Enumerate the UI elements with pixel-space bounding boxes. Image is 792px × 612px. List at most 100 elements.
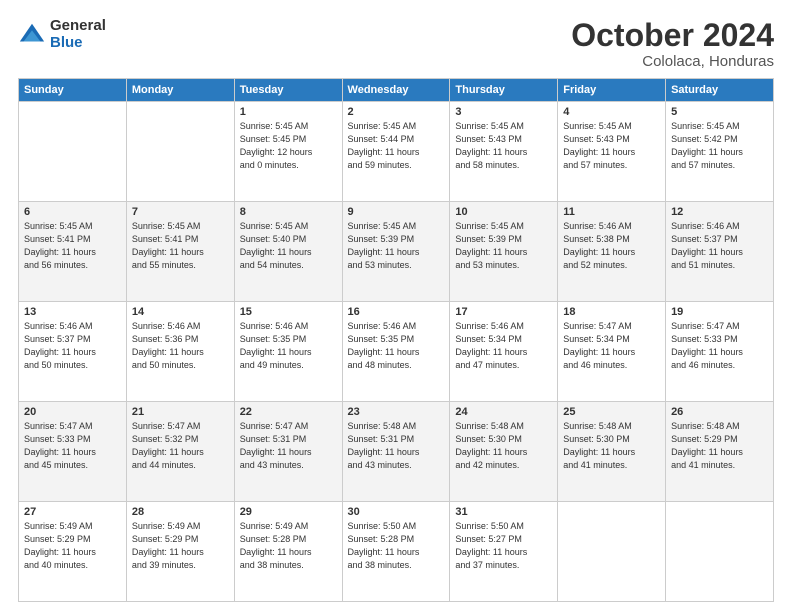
title-block: October 2024 Cololaca, Honduras bbox=[571, 18, 774, 70]
day-number: 16 bbox=[348, 306, 445, 318]
calendar-cell: 18 Sunrise: 5:47 AMSunset: 5:34 PMDayligh… bbox=[558, 302, 666, 402]
month-title: October 2024 bbox=[571, 18, 774, 53]
calendar-cell: 14 Sunrise: 5:46 AMSunset: 5:36 PMDayligh… bbox=[126, 302, 234, 402]
day-number: 28 bbox=[132, 506, 229, 518]
calendar-cell: 13 Sunrise: 5:46 AMSunset: 5:37 PMDayligh… bbox=[19, 302, 127, 402]
day-info: Sunrise: 5:49 AMSunset: 5:28 PMDaylight:… bbox=[240, 520, 337, 572]
day-info: Sunrise: 5:48 AMSunset: 5:30 PMDaylight:… bbox=[455, 420, 552, 472]
calendar-cell: 10 Sunrise: 5:45 AMSunset: 5:39 PMDayligh… bbox=[450, 202, 558, 302]
calendar-table: Sunday Monday Tuesday Wednesday Thursday… bbox=[18, 78, 774, 602]
day-number: 9 bbox=[348, 206, 445, 218]
calendar-cell: 19 Sunrise: 5:47 AMSunset: 5:33 PMDayligh… bbox=[666, 302, 774, 402]
day-number: 6 bbox=[24, 206, 121, 218]
day-number: 20 bbox=[24, 406, 121, 418]
calendar-week-3: 13 Sunrise: 5:46 AMSunset: 5:37 PMDayligh… bbox=[19, 302, 774, 402]
day-number: 30 bbox=[348, 506, 445, 518]
calendar-cell bbox=[666, 502, 774, 602]
day-number: 21 bbox=[132, 406, 229, 418]
calendar-cell: 21 Sunrise: 5:47 AMSunset: 5:32 PMDayligh… bbox=[126, 402, 234, 502]
calendar-cell: 8 Sunrise: 5:45 AMSunset: 5:40 PMDaylight… bbox=[234, 202, 342, 302]
logo-general-text: General bbox=[50, 18, 106, 35]
calendar-cell bbox=[558, 502, 666, 602]
calendar-cell: 22 Sunrise: 5:47 AMSunset: 5:31 PMDayligh… bbox=[234, 402, 342, 502]
day-number: 15 bbox=[240, 306, 337, 318]
header-thursday: Thursday bbox=[450, 79, 558, 102]
calendar-cell: 31Sunrise: 5:50 AMSunset: 5:27 PMDayligh… bbox=[450, 502, 558, 602]
calendar-cell: 4 Sunrise: 5:45 AMSunset: 5:43 PMDaylight… bbox=[558, 102, 666, 202]
day-number: 4 bbox=[563, 106, 660, 118]
day-number: 2 bbox=[348, 106, 445, 118]
day-info: Sunrise: 5:50 AMSunset: 5:28 PMDaylight:… bbox=[348, 520, 445, 572]
header-wednesday: Wednesday bbox=[342, 79, 450, 102]
day-info: Sunrise: 5:48 AMSunset: 5:29 PMDaylight:… bbox=[671, 420, 768, 472]
day-info: Sunrise: 5:45 AMSunset: 5:40 PMDaylight:… bbox=[240, 220, 337, 272]
header-sunday: Sunday bbox=[19, 79, 127, 102]
location: Cololaca, Honduras bbox=[571, 53, 774, 70]
day-number: 7 bbox=[132, 206, 229, 218]
calendar-cell: 29 Sunrise: 5:49 AMSunset: 5:28 PMDayligh… bbox=[234, 502, 342, 602]
calendar-cell: 11 Sunrise: 5:46 AMSunset: 5:38 PMDayligh… bbox=[558, 202, 666, 302]
day-info: Sunrise: 5:48 AMSunset: 5:30 PMDaylight:… bbox=[563, 420, 660, 472]
calendar-cell: 7 Sunrise: 5:45 AMSunset: 5:41 PMDaylight… bbox=[126, 202, 234, 302]
day-info: Sunrise: 5:47 AMSunset: 5:33 PMDaylight:… bbox=[24, 420, 121, 472]
day-info: Sunrise: 5:49 AMSunset: 5:29 PMDaylight:… bbox=[132, 520, 229, 572]
day-info: Sunrise: 5:45 AMSunset: 5:43 PMDaylight:… bbox=[563, 120, 660, 172]
calendar-cell: 3Sunrise: 5:45 AMSunset: 5:43 PMDaylight… bbox=[450, 102, 558, 202]
calendar-week-2: 6 Sunrise: 5:45 AMSunset: 5:41 PMDaylight… bbox=[19, 202, 774, 302]
day-number: 12 bbox=[671, 206, 768, 218]
calendar-cell: 28 Sunrise: 5:49 AMSunset: 5:29 PMDayligh… bbox=[126, 502, 234, 602]
calendar-cell: 17Sunrise: 5:46 AMSunset: 5:34 PMDayligh… bbox=[450, 302, 558, 402]
day-number: 13 bbox=[24, 306, 121, 318]
calendar-cell bbox=[19, 102, 127, 202]
day-info: Sunrise: 5:46 AMSunset: 5:36 PMDaylight:… bbox=[132, 320, 229, 372]
day-number: 18 bbox=[563, 306, 660, 318]
calendar-week-5: 27 Sunrise: 5:49 AMSunset: 5:29 PMDayligh… bbox=[19, 502, 774, 602]
calendar-cell: 24 Sunrise: 5:48 AMSunset: 5:30 PMDayligh… bbox=[450, 402, 558, 502]
day-number: 11 bbox=[563, 206, 660, 218]
day-info: Sunrise: 5:45 AMSunset: 5:39 PMDaylight:… bbox=[455, 220, 552, 272]
day-number: 24 bbox=[455, 406, 552, 418]
calendar-cell: 27 Sunrise: 5:49 AMSunset: 5:29 PMDayligh… bbox=[19, 502, 127, 602]
day-info: Sunrise: 5:47 AMSunset: 5:32 PMDaylight:… bbox=[132, 420, 229, 472]
day-number: 23 bbox=[348, 406, 445, 418]
day-info: Sunrise: 5:46 AMSunset: 5:37 PMDaylight:… bbox=[671, 220, 768, 272]
day-number: 19 bbox=[671, 306, 768, 318]
day-info: Sunrise: 5:46 AMSunset: 5:35 PMDaylight:… bbox=[348, 320, 445, 372]
calendar-cell: 2 Sunrise: 5:45 AMSunset: 5:44 PMDaylight… bbox=[342, 102, 450, 202]
day-info: Sunrise: 5:47 AMSunset: 5:31 PMDaylight:… bbox=[240, 420, 337, 472]
day-number: 8 bbox=[240, 206, 337, 218]
header-tuesday: Tuesday bbox=[234, 79, 342, 102]
header-monday: Monday bbox=[126, 79, 234, 102]
day-info: Sunrise: 5:48 AMSunset: 5:31 PMDaylight:… bbox=[348, 420, 445, 472]
logo: General Blue bbox=[18, 18, 106, 51]
calendar-cell: 20 Sunrise: 5:47 AMSunset: 5:33 PMDayligh… bbox=[19, 402, 127, 502]
calendar-cell: 12 Sunrise: 5:46 AMSunset: 5:37 PMDayligh… bbox=[666, 202, 774, 302]
day-number: 5 bbox=[671, 106, 768, 118]
day-number: 10 bbox=[455, 206, 552, 218]
day-number: 14 bbox=[132, 306, 229, 318]
day-info: Sunrise: 5:45 AMSunset: 5:39 PMDaylight:… bbox=[348, 220, 445, 272]
logo-blue-text: Blue bbox=[50, 35, 106, 52]
calendar-week-1: 1Sunrise: 5:45 AMSunset: 5:45 PMDaylight… bbox=[19, 102, 774, 202]
day-info: Sunrise: 5:45 AMSunset: 5:43 PMDaylight:… bbox=[455, 120, 552, 172]
day-info: Sunrise: 5:45 AMSunset: 5:42 PMDaylight:… bbox=[671, 120, 768, 172]
calendar-cell: 9 Sunrise: 5:45 AMSunset: 5:39 PMDaylight… bbox=[342, 202, 450, 302]
header-saturday: Saturday bbox=[666, 79, 774, 102]
weekday-header-row: Sunday Monday Tuesday Wednesday Thursday… bbox=[19, 79, 774, 102]
day-info: Sunrise: 5:46 AMSunset: 5:38 PMDaylight:… bbox=[563, 220, 660, 272]
calendar-cell: 16 Sunrise: 5:46 AMSunset: 5:35 PMDayligh… bbox=[342, 302, 450, 402]
day-info: Sunrise: 5:49 AMSunset: 5:29 PMDaylight:… bbox=[24, 520, 121, 572]
calendar-week-4: 20 Sunrise: 5:47 AMSunset: 5:33 PMDayligh… bbox=[19, 402, 774, 502]
calendar-cell: 6 Sunrise: 5:45 AMSunset: 5:41 PMDaylight… bbox=[19, 202, 127, 302]
day-info: Sunrise: 5:45 AMSunset: 5:44 PMDaylight:… bbox=[348, 120, 445, 172]
day-info: Sunrise: 5:45 AMSunset: 5:41 PMDaylight:… bbox=[24, 220, 121, 272]
day-info: Sunrise: 5:47 AMSunset: 5:34 PMDaylight:… bbox=[563, 320, 660, 372]
day-number: 27 bbox=[24, 506, 121, 518]
day-info: Sunrise: 5:46 AMSunset: 5:34 PMDaylight:… bbox=[455, 320, 552, 372]
day-number: 25 bbox=[563, 406, 660, 418]
day-number: 22 bbox=[240, 406, 337, 418]
day-info: Sunrise: 5:47 AMSunset: 5:33 PMDaylight:… bbox=[671, 320, 768, 372]
day-info: Sunrise: 5:46 AMSunset: 5:37 PMDaylight:… bbox=[24, 320, 121, 372]
day-info: Sunrise: 5:45 AMSunset: 5:41 PMDaylight:… bbox=[132, 220, 229, 272]
day-number: 29 bbox=[240, 506, 337, 518]
